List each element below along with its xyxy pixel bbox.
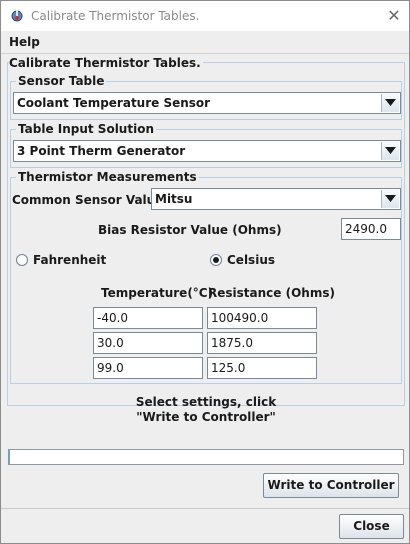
- resistance-input-1[interactable]: 100490.0: [207, 307, 317, 329]
- radio-selected-dot: [213, 257, 219, 263]
- progress-fill: [9, 450, 10, 464]
- temperature-input-3[interactable]: 99.0: [93, 357, 203, 379]
- resistance-input-2[interactable]: 1875.0: [207, 332, 317, 354]
- sensor-table-select[interactable]: Coolant Temperature Sensor: [13, 92, 401, 114]
- celsius-label[interactable]: Celsius: [227, 253, 275, 267]
- resistance-input-3[interactable]: 125.0: [207, 357, 317, 379]
- chevron-down-icon[interactable]: [381, 190, 399, 208]
- chevron-down-icon[interactable]: [381, 142, 399, 160]
- panel-title: Calibrate Thermistor Tables.: [9, 56, 203, 70]
- fahrenheit-radio[interactable]: [16, 254, 28, 266]
- status-line-1: Select settings, click: [135, 395, 277, 409]
- common-sensor-values-select[interactable]: Mitsu: [151, 188, 401, 210]
- thermistor-app-icon: [10, 9, 24, 23]
- temperature-column-header: Temperature(°C): [101, 286, 214, 300]
- progress-bar: [8, 449, 404, 465]
- common-sensor-values-label: Common Sensor Values: [12, 193, 171, 207]
- window-close-icon[interactable]: ✕: [379, 4, 409, 28]
- temperature-input-2[interactable]: 30.0: [93, 332, 203, 354]
- menu-bar: Help: [1, 31, 409, 54]
- thermistor-measurements-legend: Thermistor Measurements: [18, 170, 197, 184]
- table-input-legend: Table Input Solution: [18, 122, 154, 136]
- window-title: Calibrate Thermistor Tables.: [31, 9, 200, 23]
- sensor-table-legend: Sensor Table: [18, 74, 105, 88]
- status-line-2: "Write to Controller": [136, 410, 276, 424]
- close-button[interactable]: Close: [339, 514, 404, 539]
- temperature-input-1[interactable]: -40.0: [93, 307, 203, 329]
- table-input-select[interactable]: 3 Point Therm Generator: [13, 140, 401, 162]
- celsius-radio[interactable]: [210, 254, 222, 266]
- common-sensor-values-value: Mitsu: [155, 192, 193, 206]
- menu-help[interactable]: Help: [9, 35, 40, 49]
- fahrenheit-label[interactable]: Fahrenheit: [33, 253, 106, 267]
- title-bar: Calibrate Thermistor Tables. ✕: [1, 1, 409, 31]
- bias-resistor-input[interactable]: 2490.0: [341, 218, 401, 240]
- button-divider: [1, 508, 409, 509]
- calibrate-window: Calibrate Thermistor Tables. ✕ Help Cali…: [0, 0, 410, 544]
- chevron-down-icon[interactable]: [381, 94, 399, 112]
- bias-resistor-label: Bias Resistor Value (Ohms): [98, 223, 282, 237]
- table-input-value: 3 Point Therm Generator: [17, 144, 186, 158]
- write-to-controller-button[interactable]: Write to Controller: [263, 473, 399, 498]
- sensor-table-value: Coolant Temperature Sensor: [17, 96, 211, 110]
- resistance-column-header: Resistance (Ohms): [208, 286, 335, 300]
